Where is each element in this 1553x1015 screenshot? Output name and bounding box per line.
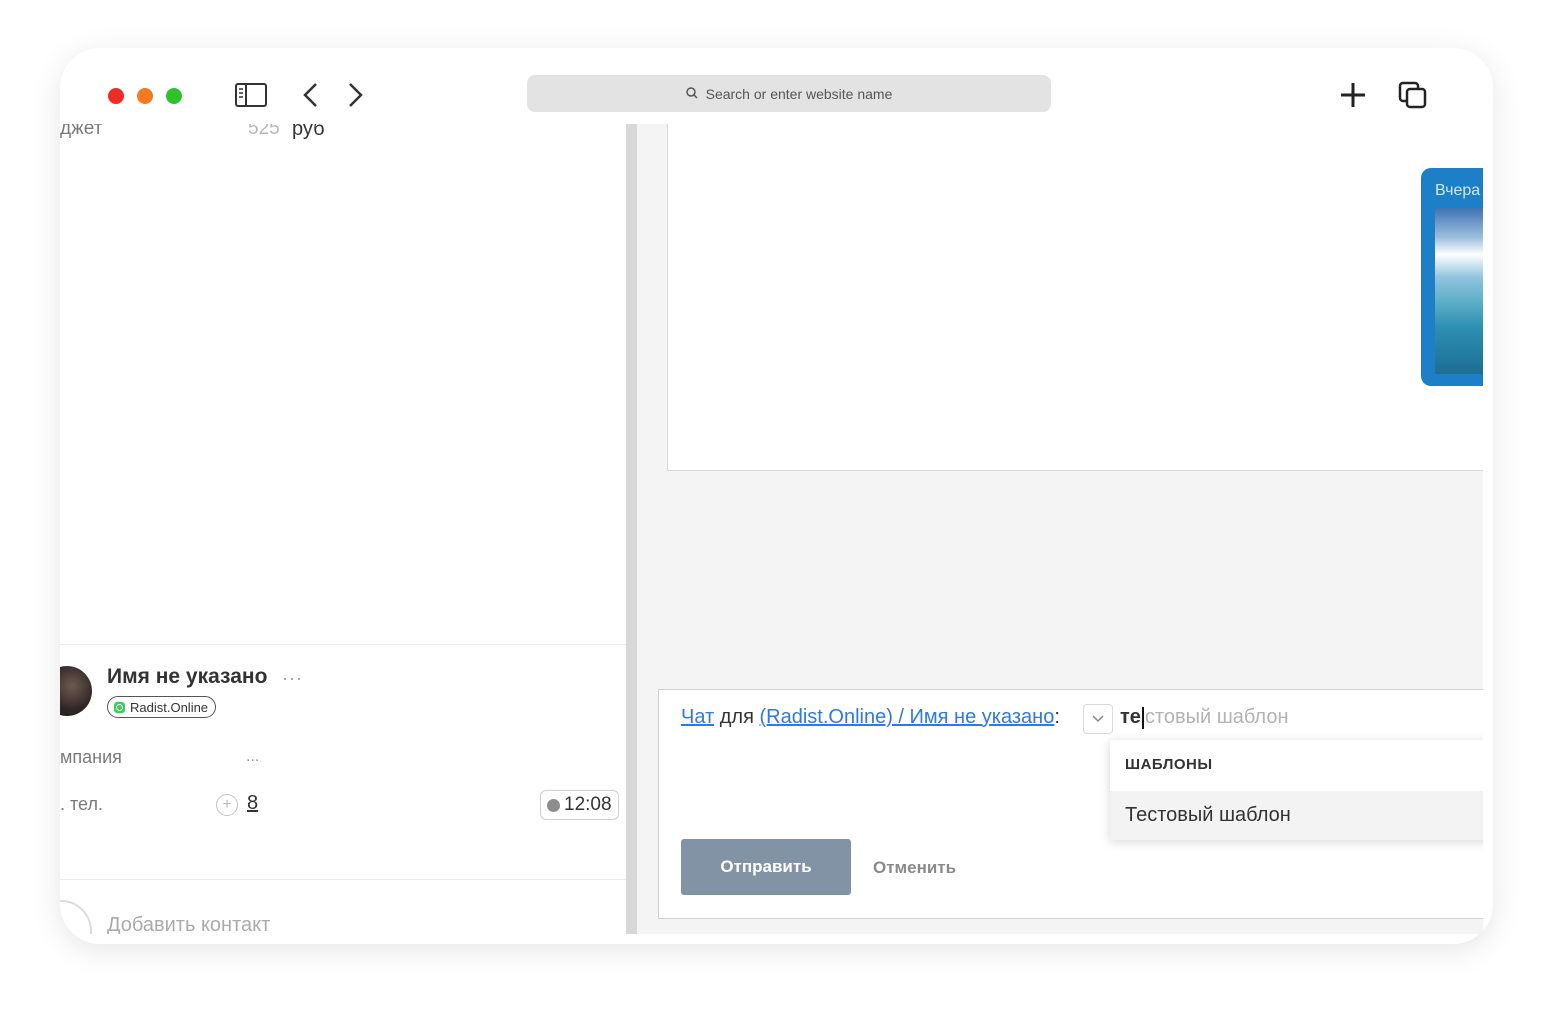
contact-name[interactable]: Имя не указано <box>107 665 267 689</box>
address-bar[interactable]: Search or enter website name <box>527 75 1051 112</box>
company-field-value[interactable]: ... <box>246 748 259 766</box>
address-placeholder: Search or enter website name <box>705 85 893 102</box>
phone-field-label: . тел. <box>60 794 103 814</box>
message-image[interactable] <box>1435 208 1483 374</box>
colon-text: : <box>1054 706 1060 728</box>
new-tab-plus-icon[interactable] <box>1336 80 1370 110</box>
add-contact-icon[interactable] <box>60 900 92 934</box>
typed-text: те <box>1120 706 1141 728</box>
search-icon <box>685 86 698 102</box>
send-button[interactable]: Отправить <box>681 839 851 895</box>
recipient-link[interactable]: (Radist.Online) / Имя не указано <box>759 706 1054 728</box>
message-composer: Чат для (Radist.Online) / Имя не указано… <box>658 689 1483 919</box>
section-divider <box>60 644 626 645</box>
section-divider <box>60 879 626 880</box>
forward-arrow-icon[interactable] <box>338 80 372 110</box>
clock-icon <box>547 798 560 812</box>
chevron-down-icon[interactable] <box>1083 704 1113 734</box>
local-time: 12:08 <box>564 794 612 815</box>
message-input[interactable]: те стовый шаблон <box>1120 706 1289 729</box>
company-field-label: мпания <box>60 747 122 767</box>
budget-label: джет <box>60 124 103 139</box>
cancel-button[interactable]: Отменить <box>873 858 956 878</box>
source-badge: Radist.Online <box>107 696 217 718</box>
templates-dropdown: ШАБЛОНЫ Тестовый шаблон <box>1110 740 1483 840</box>
budget-amount: 525 <box>248 124 280 139</box>
template-option-label: Тестовый шаблон <box>1125 804 1291 826</box>
close-window-button[interactable] <box>108 88 124 104</box>
browser-toolbar: Search or enter website name <box>60 48 1493 124</box>
budget-currency: руб <box>292 124 325 140</box>
lead-card-panel: джет 525 руб Имя не указано ··· Radist.O… <box>60 124 626 934</box>
minimize-window-button[interactable] <box>137 88 153 104</box>
text-caret <box>1141 706 1144 729</box>
add-phone-icon[interactable]: + <box>216 794 238 816</box>
zoom-window-button[interactable] <box>166 88 182 104</box>
message-feed <box>667 124 1483 471</box>
phone-field-value[interactable]: 8 <box>247 792 258 815</box>
add-contact-button[interactable]: Добавить контакт <box>107 914 270 934</box>
message-time: Вчера <box>1435 182 1481 199</box>
back-arrow-icon[interactable] <box>294 80 328 110</box>
composer-target-line: Чат для (Radist.Online) / Имя не указано… <box>681 706 1060 729</box>
tabs-overview-icon[interactable] <box>1396 80 1430 110</box>
message-bubble[interactable]: Вчера <box>1421 168 1483 386</box>
panel-scrollbar[interactable] <box>626 124 637 934</box>
avatar[interactable] <box>60 666 92 716</box>
source-label: Radist.Online <box>130 699 209 715</box>
chat-area: Вчера Чат для (Radist.Online) / Имя не у… <box>637 124 1483 934</box>
template-option[interactable]: Тестовый шаблон <box>1110 791 1483 840</box>
contact-more-icon[interactable]: ··· <box>282 668 303 689</box>
browser-window: Search or enter website name джет 525 ру… <box>60 48 1493 944</box>
for-text: для <box>719 706 754 728</box>
chat-type-link[interactable]: Чат <box>681 706 714 728</box>
sidebar-toggle-icon[interactable] <box>234 80 268 110</box>
dropdown-header: ШАБЛОНЫ <box>1125 756 1213 773</box>
page-content: джет 525 руб Имя не указано ··· Radist.O… <box>60 124 1483 934</box>
whatsapp-icon <box>114 701 125 713</box>
local-time-badge: 12:08 <box>540 790 619 820</box>
autocomplete-suggestion: стовый шаблон <box>1144 706 1289 728</box>
